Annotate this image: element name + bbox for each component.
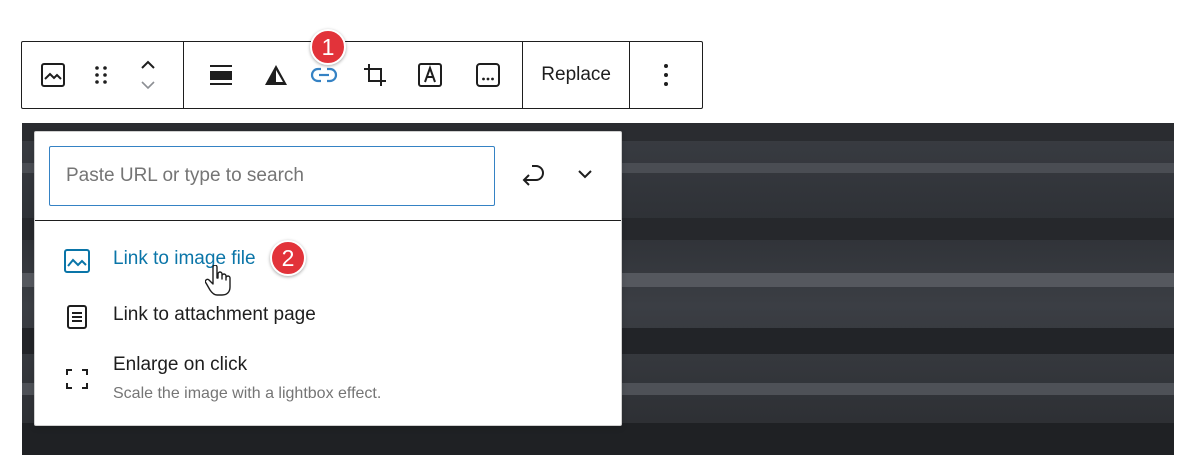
block-type-button[interactable]	[22, 42, 84, 108]
callout-badge-1: 1	[310, 29, 346, 65]
chevron-down-icon	[578, 170, 592, 179]
formatting-group	[184, 42, 524, 108]
link-settings-toggle[interactable]	[575, 166, 595, 187]
drag-handle-icon	[95, 66, 107, 84]
replace-group: Replace	[523, 42, 630, 108]
replace-label: Replace	[541, 64, 611, 85]
callout-badge-2: 2	[270, 240, 306, 276]
link-icon	[311, 67, 338, 83]
align-icon	[210, 65, 233, 85]
fullscreen-icon	[63, 365, 91, 393]
replace-button[interactable]: Replace	[523, 42, 629, 108]
option-label: Link to attachment page	[113, 304, 316, 325]
enter-arrow-icon	[522, 165, 544, 186]
chevron-down-icon[interactable]	[138, 79, 158, 93]
option-label: Link to image file	[113, 248, 256, 269]
options-group	[630, 42, 702, 108]
hand-cursor-icon	[205, 265, 231, 296]
block-toolbar: Replace	[21, 41, 703, 109]
link-popover: Link to image file Link to attachment pa…	[34, 131, 622, 426]
option-label: Enlarge on click	[113, 354, 248, 375]
block-type-group	[22, 42, 185, 108]
crop-button[interactable]	[348, 42, 402, 108]
align-button[interactable]	[190, 42, 252, 108]
image-icon	[63, 247, 91, 275]
text-overlay-icon	[418, 63, 443, 87]
page-icon	[63, 303, 91, 331]
drag-handle[interactable]	[84, 42, 118, 108]
chevron-up-icon[interactable]	[138, 57, 158, 71]
duotone-icon	[265, 65, 288, 85]
caption-icon	[476, 63, 501, 87]
more-options-icon	[664, 64, 668, 86]
image-icon	[41, 63, 65, 87]
text-overlay-button[interactable]	[402, 42, 458, 108]
option-description: Scale the image with a lightbox effect.	[113, 385, 382, 402]
caption-button[interactable]	[458, 42, 518, 108]
crop-icon	[364, 64, 387, 86]
link-search-row	[35, 132, 621, 221]
option-enlarge-on-click[interactable]: Enlarge on click Scale the image with a …	[63, 353, 381, 403]
move-buttons	[118, 42, 178, 108]
link-search-input[interactable]	[49, 146, 495, 206]
option-link-to-attachment-page[interactable]: Link to attachment page	[63, 303, 316, 331]
submit-link-button[interactable]	[518, 160, 548, 195]
duotone-button[interactable]	[252, 42, 300, 108]
more-options-button[interactable]	[630, 42, 702, 108]
